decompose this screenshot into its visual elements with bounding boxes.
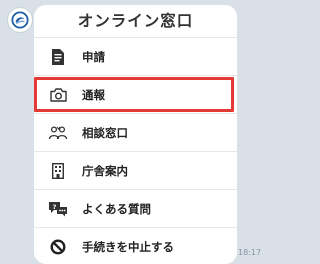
chat-bubble-icon: ? — [48, 199, 68, 219]
menu-label: 手続きを中止する — [82, 240, 174, 254]
prohibited-icon — [48, 237, 68, 257]
menu-item-cancel[interactable]: 手続きを中止する — [34, 228, 237, 264]
menu-item-application[interactable]: 申請 — [34, 38, 237, 76]
menu-item-consultation[interactable]: 相談窓口 — [34, 114, 237, 152]
menu-label: 庁舎案内 — [82, 163, 128, 178]
menu-label: よくある質問 — [82, 201, 151, 216]
menu-item-report[interactable]: 通報 — [34, 76, 237, 114]
document-icon — [48, 47, 68, 67]
menu-label: 申請 — [82, 49, 105, 64]
logo-icon — [11, 11, 29, 29]
building-icon — [48, 161, 68, 181]
menu-item-faq[interactable]: ? よくある質問 — [34, 190, 237, 228]
camera-icon — [48, 85, 68, 105]
menu-label: 通報 — [82, 87, 105, 102]
svg-text:?: ? — [53, 202, 57, 210]
menu-label: 相談窓口 — [82, 125, 128, 140]
card-title: オンライン窓口 — [34, 5, 237, 38]
online-window-menu-card: オンライン窓口 申請 通報 相談窓口 庁舎案内 ? よくある質問 手続きを中止す… — [34, 5, 237, 264]
message-timestamp: 18:17 — [238, 248, 262, 257]
menu-item-office-guide[interactable]: 庁舎案内 — [34, 152, 237, 190]
bot-avatar[interactable] — [7, 7, 33, 33]
people-icon — [48, 123, 68, 143]
